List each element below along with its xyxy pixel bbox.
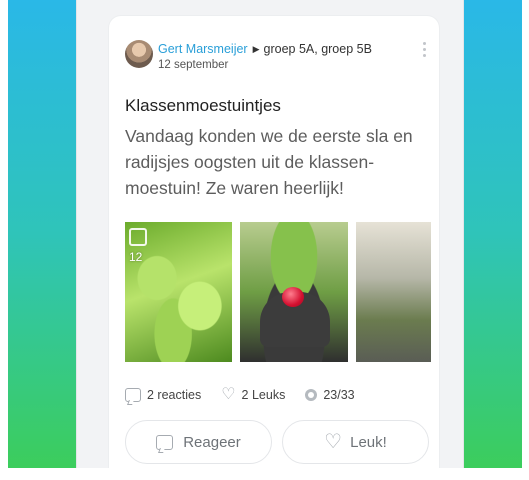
heart-icon: ♡	[221, 386, 236, 403]
post-groups: groep 5A, groep 5B	[263, 42, 372, 56]
reactions-label: 2 reacties	[147, 388, 202, 402]
views-count[interactable]: 23/33	[305, 388, 355, 402]
author-line: Gert Marsmeijer ▶ groep 5A, groep 5B	[158, 42, 372, 56]
post-stats: 2 reacties ♡ 2 Leuks 23/33	[125, 386, 375, 403]
comment-icon	[125, 388, 141, 402]
photo-count: 12	[129, 250, 143, 264]
comment-icon	[156, 434, 174, 450]
react-button[interactable]: Reageer	[125, 420, 272, 464]
like-button[interactable]: ♡ Leuk!	[282, 420, 429, 464]
avatar[interactable]	[125, 40, 153, 68]
eye-icon	[305, 389, 318, 401]
gallery-icon: 12	[129, 228, 153, 268]
post-card: Gert Marsmeijer ▶ groep 5A, groep 5B 12 se…	[109, 16, 439, 468]
react-button-label: Reageer	[183, 433, 241, 451]
likes-label: 2 Leuks	[241, 388, 286, 402]
post-body: Vandaag konden we de eerste sla en radij…	[125, 126, 413, 198]
photo-gallery: 12	[125, 222, 431, 362]
photo-thumbnail-1[interactable]: 12	[125, 222, 232, 362]
photo-thumbnail-3[interactable]	[356, 222, 431, 362]
post-title: Klassenmoestuintjes	[125, 96, 281, 115]
likes-count[interactable]: ♡ 2 Leuks	[221, 386, 286, 403]
background-strip	[0, 468, 529, 480]
radish-shape	[282, 287, 304, 307]
views-label: 23/33	[323, 388, 355, 402]
photo-thumbnail-2[interactable]	[240, 222, 348, 362]
author-link[interactable]: Gert Marsmeijer	[158, 42, 248, 56]
phone-screen: Gert Marsmeijer ▶ groep 5A, groep 5B 12 se…	[76, 0, 464, 468]
caret-right-icon: ▶	[252, 44, 260, 54]
like-button-label: Leuk!	[350, 433, 387, 451]
post-date: 12 september	[158, 59, 229, 71]
reactions-count[interactable]: 2 reacties	[125, 388, 201, 402]
more-vertical-icon[interactable]	[423, 42, 427, 60]
heart-icon: ♡	[324, 431, 343, 453]
